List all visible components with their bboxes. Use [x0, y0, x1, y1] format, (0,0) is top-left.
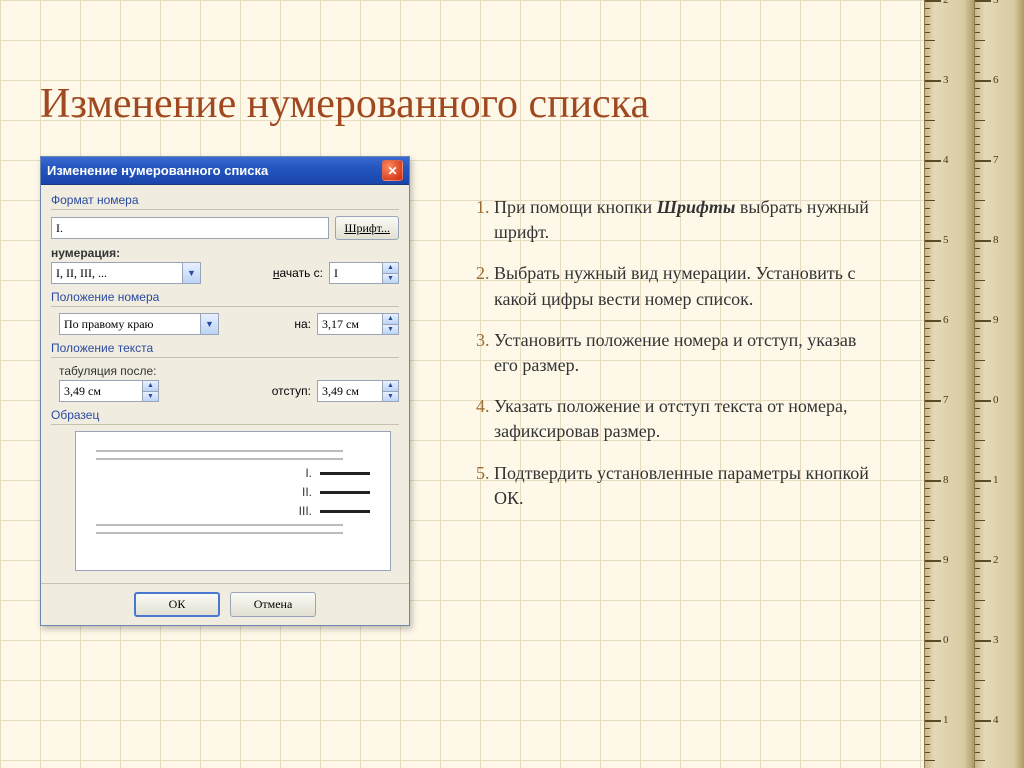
- spinner-icon[interactable]: ▲▼: [382, 263, 398, 283]
- sample-preview: I. II. III.: [75, 431, 391, 571]
- numeration-label: нумерация:: [51, 246, 399, 260]
- numeration-combo[interactable]: [51, 262, 201, 284]
- group-text-position: Положение текста: [51, 341, 399, 355]
- preview-row: III.: [96, 504, 370, 518]
- spinner-icon[interactable]: ▲▼: [142, 381, 158, 401]
- at-label: на:: [294, 317, 311, 331]
- close-icon[interactable]: ✕: [382, 160, 403, 181]
- dialog-title: Изменение нумерованного списка: [47, 163, 382, 178]
- instruction-item: Установить положение номера и отступ, ук…: [494, 328, 880, 378]
- dialog-titlebar[interactable]: Изменение нумерованного списка ✕: [41, 157, 409, 185]
- instruction-item: Подтвердить установленные параметры кноп…: [494, 461, 880, 511]
- font-button-label: Шрифт...: [344, 221, 390, 236]
- ok-button[interactable]: ОК: [134, 592, 220, 617]
- instruction-item: При помощи кнопки Шрифты выбрать нужный …: [494, 195, 880, 245]
- chevron-down-icon[interactable]: ▼: [200, 314, 218, 334]
- group-sample: Образец: [51, 408, 399, 422]
- numbered-list-dialog: Изменение нумерованного списка ✕ Формат …: [40, 156, 410, 626]
- indent-label: отступ:: [272, 384, 311, 398]
- instruction-list: При помощи кнопки Шрифты выбрать нужный …: [460, 195, 880, 527]
- alignment-combo[interactable]: [59, 313, 219, 335]
- font-button[interactable]: Шрифт...: [335, 216, 399, 240]
- group-number-format: Формат номера: [51, 193, 399, 207]
- instruction-item: Выбрать нужный вид нумерации. Установить…: [494, 261, 880, 311]
- chevron-down-icon[interactable]: ▼: [182, 263, 200, 283]
- cancel-button[interactable]: Отмена: [230, 592, 316, 617]
- number-format-input[interactable]: [51, 217, 329, 239]
- spinner-icon[interactable]: ▲▼: [382, 381, 398, 401]
- preview-row: II.: [96, 485, 370, 499]
- spinner-icon[interactable]: ▲▼: [382, 314, 398, 334]
- page-title: Изменение нумерованного списка: [40, 80, 649, 128]
- tab-after-label: табуляция после:: [59, 364, 399, 378]
- start-at-label: начать с:: [273, 266, 323, 280]
- group-number-position: Положение номера: [51, 290, 399, 304]
- instruction-item: Указать положение и отступ текста от ном…: [494, 394, 880, 444]
- preview-row: I.: [96, 466, 370, 480]
